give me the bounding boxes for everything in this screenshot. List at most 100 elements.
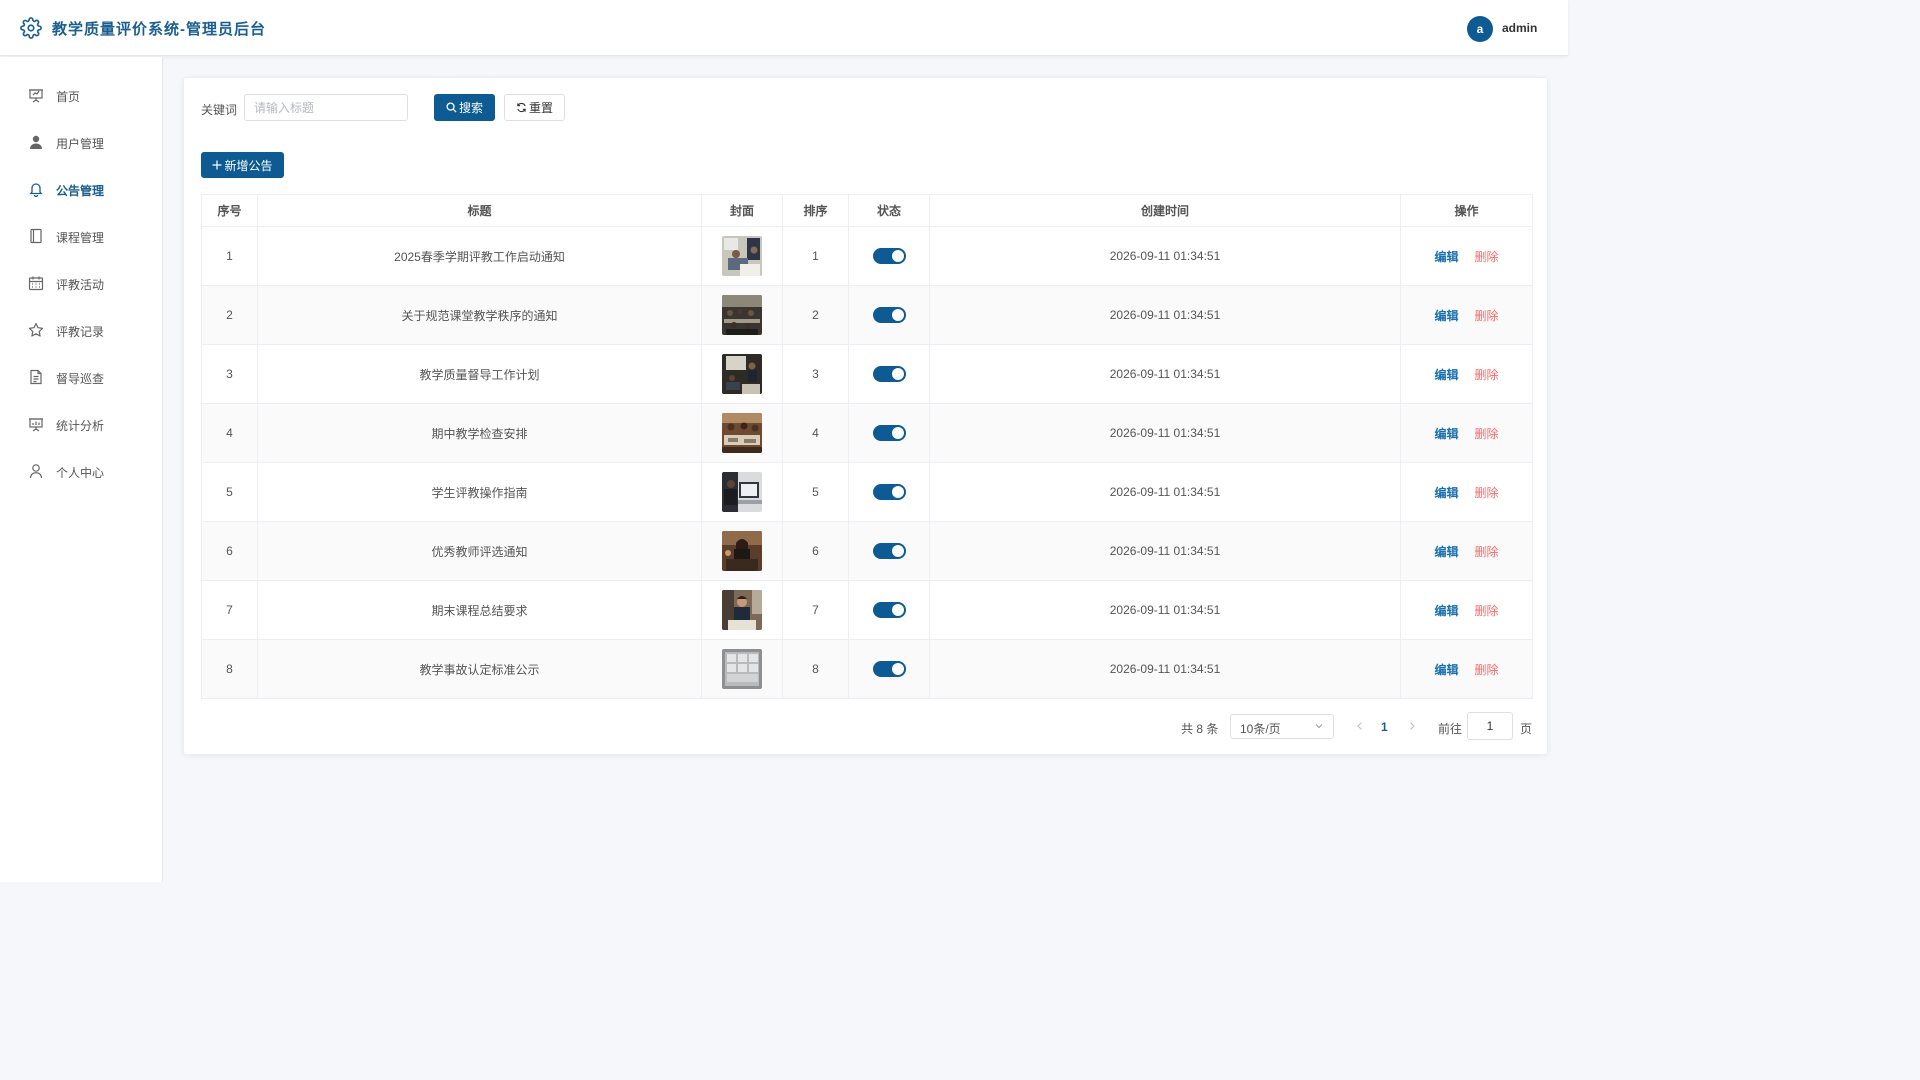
sidebar-item-label: 评教活动 — [56, 278, 105, 292]
toggle-knob — [891, 368, 904, 380]
toggle-knob — [891, 427, 904, 439]
cell-title: 2025春季学期评教工作启动通知 — [257, 226, 702, 286]
status-toggle[interactable] — [872, 661, 906, 677]
chevron-down-icon — [1315, 724, 1323, 729]
add-announcement-button[interactable]: 新增公告 — [201, 152, 284, 178]
delete-button[interactable]: 删除 — [1475, 427, 1499, 441]
star-icon — [28, 322, 44, 337]
username[interactable]: admin — [1502, 21, 1537, 35]
cover-image[interactable] — [722, 590, 762, 630]
sidebar-item-announcements[interactable]: 公告管理 — [0, 171, 162, 207]
delete-button[interactable]: 删除 — [1475, 250, 1499, 264]
sidebar-item-label: 课程管理 — [56, 231, 105, 245]
edit-button[interactable]: 编辑 — [1434, 486, 1458, 500]
status-toggle[interactable] — [872, 366, 906, 382]
cell-cover — [701, 403, 783, 463]
table-row: 5 学生评教操作指南 5 2026-09-11 01:34:51 编辑 删除 — [201, 462, 1533, 522]
cell-status — [848, 285, 930, 345]
column-header-no: 序号 — [201, 194, 258, 227]
keyword-label: 关键词 — [201, 103, 238, 117]
delete-button[interactable]: 删除 — [1475, 545, 1499, 559]
avatar[interactable]: a — [1467, 16, 1493, 42]
edit-button[interactable]: 编辑 — [1434, 604, 1458, 618]
sidebar-item-home[interactable]: 首页 — [0, 77, 162, 113]
chart-board-icon — [29, 418, 43, 432]
cell-actions: 编辑 删除 — [1400, 639, 1533, 699]
search-button[interactable]: 搜索 — [434, 94, 495, 121]
edit-button[interactable]: 编辑 — [1434, 427, 1458, 441]
delete-button[interactable]: 删除 — [1475, 309, 1499, 323]
reset-button[interactable]: 重置 — [504, 94, 565, 121]
notebook-icon — [30, 228, 42, 244]
status-toggle[interactable] — [872, 248, 906, 264]
chevron-left-icon[interactable] — [1354, 719, 1366, 733]
search-icon — [446, 102, 457, 113]
cover-image[interactable] — [722, 354, 762, 394]
cell-no: 1 — [201, 226, 258, 286]
edit-button[interactable]: 编辑 — [1434, 368, 1458, 382]
announcement-table: 序号 标题 封面 排序 状态 创建时间 操作 1 2025春季学期评教工作启动通… — [201, 194, 1533, 699]
status-toggle[interactable] — [872, 602, 906, 618]
toggle-knob — [891, 545, 904, 557]
sidebar-item-profile[interactable]: 个人中心 — [0, 453, 162, 489]
cell-title: 期末课程总结要求 — [257, 580, 702, 640]
delete-button[interactable]: 删除 — [1475, 604, 1499, 618]
cell-title: 学生评教操作指南 — [257, 462, 702, 522]
cell-title: 优秀教师评选通知 — [257, 521, 702, 581]
delete-button[interactable]: 删除 — [1475, 663, 1499, 677]
goto-page-input[interactable] — [1467, 712, 1513, 740]
reset-button-label: 重置 — [528, 101, 553, 115]
sidebar-item-evaluations[interactable]: 评教活动 — [0, 265, 162, 301]
column-header-created: 创建时间 — [929, 194, 1401, 227]
cell-actions: 编辑 删除 — [1400, 521, 1533, 581]
chevron-right-icon[interactable] — [1406, 719, 1418, 733]
status-toggle[interactable] — [872, 484, 906, 500]
cell-created: 2026-09-11 01:34:51 — [929, 285, 1401, 345]
cover-image[interactable] — [722, 531, 762, 571]
sidebar-item-label: 评教记录 — [56, 325, 105, 339]
toggle-knob — [891, 604, 904, 616]
sidebar-item-users[interactable]: 用户管理 — [0, 124, 162, 160]
cell-no: 6 — [201, 521, 258, 581]
delete-button[interactable]: 删除 — [1475, 486, 1499, 500]
cell-status — [848, 580, 930, 640]
table-row: 8 教学事故认定标准公示 8 2026-09-11 01:34:51 编辑 删除 — [201, 639, 1533, 699]
cell-status — [848, 639, 930, 699]
cell-sort: 8 — [782, 639, 849, 699]
sidebar-item-records[interactable]: 评教记录 — [0, 312, 162, 348]
sidebar-item-statistics[interactable]: 统计分析 — [0, 406, 162, 442]
edit-button[interactable]: 编辑 — [1434, 545, 1458, 559]
bell-icon — [29, 183, 43, 197]
cell-status — [848, 521, 930, 581]
cell-sort: 6 — [782, 521, 849, 581]
cell-created: 2026-09-11 01:34:51 — [929, 344, 1401, 404]
cell-no: 3 — [201, 344, 258, 404]
toggle-knob — [891, 486, 904, 498]
cover-image[interactable] — [722, 472, 762, 512]
status-toggle[interactable] — [872, 425, 906, 441]
keyword-input[interactable] — [244, 94, 408, 121]
cell-created: 2026-09-11 01:34:51 — [929, 226, 1401, 286]
toggle-knob — [891, 309, 904, 321]
cover-image[interactable] — [722, 649, 762, 689]
toggle-knob — [891, 250, 904, 262]
table-row: 3 教学质量督导工作计划 3 2026-09-11 01:34:51 编辑 删除 — [201, 344, 1533, 404]
cover-image[interactable] — [722, 236, 762, 276]
sidebar-item-label: 统计分析 — [56, 419, 105, 433]
page-size-select[interactable]: 10条/页 — [1230, 714, 1334, 739]
edit-button[interactable]: 编辑 — [1434, 309, 1458, 323]
status-toggle[interactable] — [872, 543, 906, 559]
page-number-current[interactable]: 1 — [1381, 720, 1388, 734]
sidebar-item-inspection[interactable]: 督导巡查 — [0, 359, 162, 395]
sidebar-item-label: 个人中心 — [56, 466, 105, 480]
pagination-total: 共 8 条 — [1181, 722, 1219, 736]
delete-button[interactable]: 删除 — [1475, 368, 1499, 382]
cell-title: 期中教学检查安排 — [257, 403, 702, 463]
sidebar-item-courses[interactable]: 课程管理 — [0, 218, 162, 254]
edit-button[interactable]: 编辑 — [1434, 663, 1458, 677]
edit-button[interactable]: 编辑 — [1434, 250, 1458, 264]
cell-title: 关于规范课堂教学秩序的通知 — [257, 285, 702, 345]
cover-image[interactable] — [722, 413, 762, 453]
status-toggle[interactable] — [872, 307, 906, 323]
cover-image[interactable] — [722, 295, 762, 335]
